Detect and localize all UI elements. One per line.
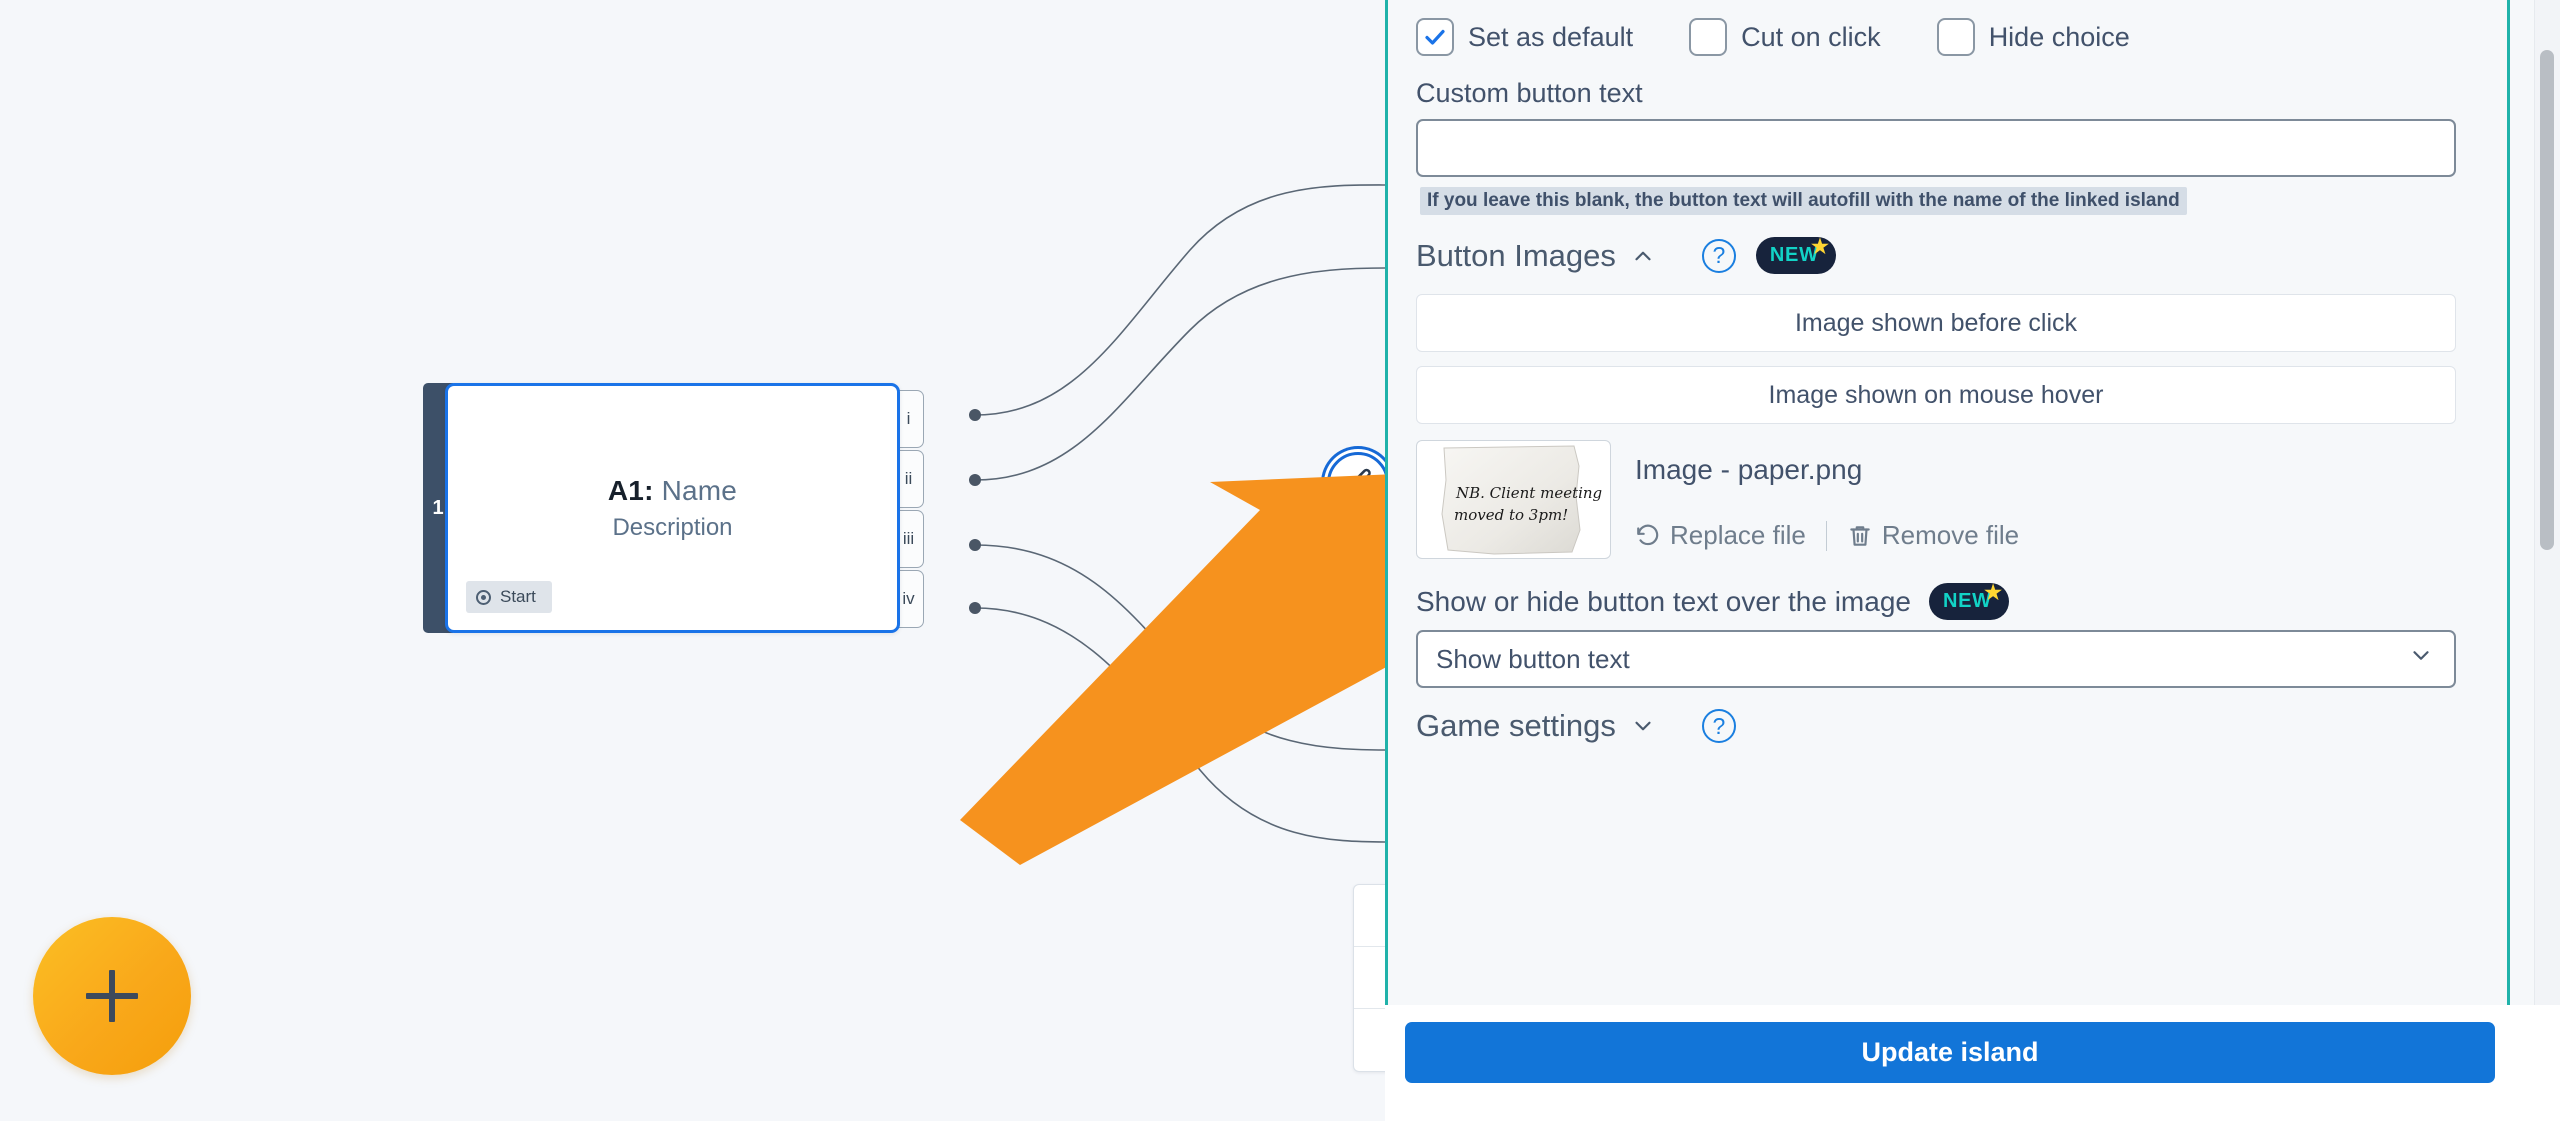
edge-dot-iii[interactable] <box>969 539 981 551</box>
island-node-a1[interactable]: 1 A1: Name Description Start i ii iii iv <box>423 383 924 633</box>
node-card[interactable]: A1: Name Description Start <box>445 383 900 633</box>
checkbox-cut-on-click[interactable]: Cut on click <box>1689 18 1881 56</box>
overlay-setting-select[interactable]: Show button text <box>1416 630 2456 688</box>
overlay-setting-label-row: Show or hide button text over the image … <box>1388 559 2484 630</box>
note-line-1: NB. Client meeting <box>1455 484 1602 502</box>
star-icon: ★ <box>1984 582 2003 604</box>
chevron-down-icon <box>2408 643 2434 676</box>
panel-right-accent-border <box>2507 0 2510 1005</box>
paper-note-image: NB. Client meeting moved to 3pm! <box>1423 443 1604 556</box>
panel-footer-separator <box>1385 1005 2560 1022</box>
checkbox-set-as-default[interactable]: Set as default <box>1416 18 1633 56</box>
replace-file-button[interactable]: Replace file <box>1635 520 1806 551</box>
zoom-in-button[interactable] <box>1354 947 1385 1009</box>
add-island-fab[interactable] <box>33 917 191 1075</box>
question-circle-icon[interactable]: ? <box>1701 709 1736 743</box>
edit-island-button[interactable] <box>1327 452 1385 514</box>
replace-file-label: Replace file <box>1670 520 1806 550</box>
rotate-left-icon <box>1637 524 1659 545</box>
image-shown-before-click-button[interactable]: Image shown before click <box>1416 294 2456 352</box>
new-badge-overlay-setting: NEW ★ <box>1928 582 2009 620</box>
update-island-button[interactable]: Update island <box>1405 1022 2495 1083</box>
file-thumbnail[interactable]: NB. Client meeting moved to 3pm! <box>1416 440 1611 559</box>
node-title: A1: Name <box>608 475 737 507</box>
node-description: Description <box>612 513 733 541</box>
trash-icon <box>1850 525 1870 546</box>
file-name-label: Image - paper.png <box>1635 454 1863 485</box>
edge-dot-i[interactable] <box>969 409 981 421</box>
checkbox-label-cut-on-click: Cut on click <box>1741 21 1881 52</box>
plus-icon <box>86 970 138 1022</box>
image-shown-on-mouse-hover-button[interactable]: Image shown on mouse hover <box>1416 366 2456 424</box>
island-settings-panel: Set as default Cut on click Hide choice … <box>1385 0 2560 1121</box>
file-action-row: Replace file Remove file <box>1635 520 2019 551</box>
game-settings-title: Game settings <box>1416 708 1616 743</box>
flow-canvas[interactable]: 1 A1: Name Description Start i ii iii iv <box>0 0 1385 1121</box>
question-circle-icon[interactable]: ? <box>1701 238 1736 273</box>
fit-to-screen-button[interactable] <box>1354 885 1385 947</box>
pencil-icon <box>1344 468 1371 495</box>
panel-content: Set as default Cut on click Hide choice … <box>1388 0 2484 1005</box>
check-icon <box>1425 29 1445 45</box>
canvas-zoom-toolbar <box>1353 884 1385 1072</box>
overlay-setting-selected-value: Show button text <box>1436 643 1630 674</box>
checkbox-label-hide-choice: Hide choice <box>1988 21 2130 52</box>
remove-file-label: Remove file <box>1881 520 2020 550</box>
chevron-down-icon[interactable] <box>1630 713 1656 739</box>
uploaded-file-row: NB. Client meeting moved to 3pm! Image -… <box>1388 424 2484 559</box>
game-settings-section-header[interactable]: Game settings ? <box>1388 688 2484 756</box>
checkbox-label-set-as-default: Set as default <box>1468 21 1634 52</box>
custom-button-text-label: Custom button text <box>1416 78 1643 108</box>
edge-dot-ii[interactable] <box>969 474 981 486</box>
node-start-chip[interactable]: Start <box>466 581 552 613</box>
screen-root: 1 A1: Name Description Start i ii iii iv <box>0 0 2560 1121</box>
new-badge-button-images: NEW ★ <box>1755 236 1836 274</box>
remove-file-button[interactable]: Remove file <box>1847 520 2019 551</box>
panel-footer: Update island <box>1385 1022 2560 1121</box>
button-images-section-header[interactable]: Button Images ? NEW ★ <box>1388 215 2484 286</box>
node-start-label: Start <box>500 587 536 606</box>
radio-icon <box>476 589 491 605</box>
node-title-name: Name <box>661 474 738 506</box>
zoom-out-button[interactable] <box>1354 1009 1385 1071</box>
file-meta: Image - paper.png Replace file Remove fi… <box>1635 440 2019 551</box>
panel-scrollbar-track[interactable] <box>2534 0 2560 1005</box>
checkbox-hide-choice[interactable]: Hide choice <box>1936 18 2130 56</box>
panel-scrollbar-thumb[interactable] <box>2540 50 2554 550</box>
file-action-divider <box>1825 520 1827 551</box>
custom-button-text-input[interactable] <box>1416 119 2456 177</box>
option-checkbox-row: Set as default Cut on click Hide choice <box>1388 0 2484 66</box>
chevron-up-icon[interactable] <box>1630 243 1656 269</box>
custom-button-text-hint: If you leave this blank, the button text… <box>1420 187 2187 215</box>
checkbox-box-unchecked[interactable] <box>1689 18 1728 56</box>
note-line-2: moved to 3pm! <box>1454 506 1568 524</box>
edge-dot-iv[interactable] <box>969 602 981 614</box>
button-images-title: Button Images <box>1416 237 1616 273</box>
star-icon: ★ <box>1811 236 1830 258</box>
node-title-prefix: A1: <box>607 474 654 506</box>
checkbox-box-checked[interactable] <box>1416 18 1454 56</box>
checkbox-box-unchecked[interactable] <box>1936 18 1975 56</box>
overlay-setting-label: Show or hide button text over the image <box>1416 585 1911 617</box>
